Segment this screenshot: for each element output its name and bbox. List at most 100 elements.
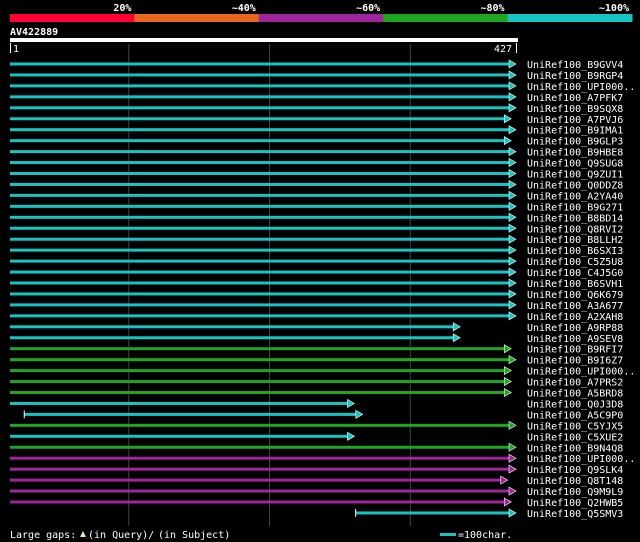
hit-name[interactable]: UniRef100_A5C9P0 bbox=[527, 410, 623, 421]
hit-name[interactable]: UniRef100_B9I6Z7 bbox=[527, 356, 623, 367]
hit-bar bbox=[10, 445, 510, 449]
legend-tick-label: ~40% bbox=[232, 3, 256, 14]
hit-name[interactable]: UniRef100_Q0J3D8 bbox=[527, 399, 623, 410]
hit-bar bbox=[10, 292, 510, 296]
hit-bar bbox=[10, 423, 510, 427]
hit-name[interactable]: UniRef100_B6SVH1 bbox=[527, 279, 623, 290]
hit-name[interactable]: UniRef100_A3A677 bbox=[527, 301, 623, 312]
blast-alignment-overview: 20% ~40% ~60% ~80% ~100% AV422889 1 427 UniR… bbox=[0, 0, 640, 542]
hit-name[interactable]: UniRef100_Q9SLK4 bbox=[527, 465, 623, 476]
hit-bar bbox=[10, 314, 510, 318]
legend-segment bbox=[507, 14, 633, 22]
hit-bar bbox=[10, 172, 510, 175]
hit-name[interactable]: UniRef100_B8BD14 bbox=[527, 213, 623, 224]
hit-bar bbox=[10, 62, 510, 66]
hit-name[interactable]: UniRef100_Q9ZUI1 bbox=[527, 170, 623, 181]
hit-name[interactable]: UniRef100_A9RP88 bbox=[527, 323, 623, 334]
hit-name[interactable]: UniRef100_UPI000.. bbox=[527, 82, 635, 93]
hit-name[interactable]: UniRef100_B9SQX8 bbox=[527, 104, 623, 115]
hit-bar bbox=[10, 150, 510, 154]
hit-name[interactable]: UniRef100_Q9SUG8 bbox=[527, 159, 623, 170]
hit-bar bbox=[10, 193, 510, 197]
legend-tick-label: ~60% bbox=[356, 3, 380, 14]
hit-bar bbox=[355, 511, 510, 515]
hit-bar bbox=[10, 336, 455, 340]
hit-name[interactable]: UniRef100_A5BRD8 bbox=[527, 389, 623, 400]
large-gaps-label: Large gaps: bbox=[10, 530, 76, 541]
hit-bar bbox=[10, 259, 510, 263]
query-start-label: 1 bbox=[13, 44, 19, 55]
hit-name[interactable]: UniRef100_Q6K679 bbox=[527, 290, 623, 301]
hit-bar bbox=[10, 401, 349, 405]
hit-name[interactable]: UniRef100_B9RFI7 bbox=[527, 345, 623, 356]
hit-bar bbox=[10, 73, 510, 77]
hit-bar bbox=[10, 303, 510, 307]
hit-name[interactable]: UniRef100_Q2HWB5 bbox=[527, 498, 623, 509]
hit-name[interactable]: UniRef100_B9GLP3 bbox=[527, 137, 623, 148]
hit-name[interactable]: UniRef100_Q5SMV3 bbox=[527, 509, 623, 520]
hit-bar bbox=[10, 95, 510, 99]
hit-bar bbox=[10, 369, 506, 373]
legend-tick-label: ~100% bbox=[599, 3, 629, 14]
hit-bar bbox=[10, 325, 455, 329]
hit-bar bbox=[10, 139, 506, 143]
hit-name[interactable]: UniRef100_A2XAH8 bbox=[527, 312, 623, 323]
hit-bar bbox=[10, 128, 510, 132]
query-bar bbox=[10, 38, 518, 42]
hit-name[interactable]: UniRef100_B6SXI3 bbox=[527, 246, 623, 257]
hit-bar bbox=[10, 117, 506, 121]
query-end-label: 427 bbox=[494, 44, 512, 55]
hit-bar bbox=[10, 391, 506, 394]
hit-name[interactable]: UniRef100_Q8RVI2 bbox=[527, 224, 623, 235]
scale-label: =100char. bbox=[458, 530, 512, 541]
hit-bar bbox=[10, 161, 510, 165]
hit-bar bbox=[10, 489, 510, 493]
legend-segment bbox=[258, 14, 384, 22]
hit-name[interactable]: UniRef100_B8LLH2 bbox=[527, 235, 623, 246]
hit-name[interactable]: UniRef100_A7PRS2 bbox=[527, 378, 623, 389]
hit-name[interactable]: UniRef100_C4J5G0 bbox=[527, 268, 623, 279]
hit-bar bbox=[24, 412, 357, 416]
hit-bar bbox=[10, 237, 510, 241]
hit-bar bbox=[10, 84, 510, 88]
hit-bar bbox=[10, 281, 510, 285]
hit-name[interactable]: UniRef100_A7PVJ6 bbox=[527, 115, 623, 126]
hit-name[interactable]: UniRef100_C5XUE2 bbox=[527, 432, 623, 443]
hit-name[interactable]: UniRef100_Q8T148 bbox=[527, 476, 623, 487]
hit-name[interactable]: UniRef100_B9N4Q8 bbox=[527, 443, 623, 454]
hit-name[interactable]: UniRef100_B9IMA1 bbox=[527, 126, 623, 137]
hit-name[interactable]: UniRef100_B9HBE8 bbox=[527, 148, 623, 159]
hit-name[interactable]: UniRef100_B9G271 bbox=[527, 202, 623, 213]
hit-name[interactable]: UniRef100_UPI000.. bbox=[527, 454, 635, 465]
hit-bar bbox=[10, 182, 510, 186]
legend-segment bbox=[134, 14, 260, 22]
legend-tick-label: ~80% bbox=[481, 3, 505, 14]
hit-bar bbox=[10, 467, 510, 471]
hit-bar bbox=[10, 456, 510, 460]
hit-bar bbox=[10, 500, 506, 504]
hit-bar bbox=[10, 226, 510, 230]
hit-name[interactable]: UniRef100_C5YJX5 bbox=[527, 421, 623, 432]
hit-name[interactable]: UniRef100_B9RGP4 bbox=[527, 71, 623, 82]
scale-bar bbox=[440, 533, 456, 536]
hit-bar bbox=[10, 215, 510, 219]
hit-name[interactable]: UniRef100_Q9M9L9 bbox=[527, 487, 623, 498]
hit-name[interactable]: UniRef100_A9SEV8 bbox=[527, 334, 623, 345]
in-subject-label: (in Subject) bbox=[158, 530, 230, 541]
legend-tick-label: 20% bbox=[113, 3, 131, 14]
hit-bar bbox=[10, 347, 506, 351]
hit-bar bbox=[10, 478, 502, 482]
hit-name[interactable]: UniRef100_UPI000.. bbox=[527, 367, 635, 378]
hit-name[interactable]: UniRef100_C5Z5U8 bbox=[527, 257, 623, 268]
hit-name[interactable]: UniRef100_B9GVV4 bbox=[527, 60, 623, 71]
query-name: AV422889 bbox=[10, 27, 58, 38]
hit-bar bbox=[10, 434, 349, 438]
hit-name[interactable]: UniRef100_Q0DDZ8 bbox=[527, 180, 623, 191]
hit-bar bbox=[10, 106, 510, 110]
legend-segment bbox=[383, 14, 509, 22]
hit-name[interactable]: UniRef100_A7PFK7 bbox=[527, 93, 623, 104]
legend-segment bbox=[10, 14, 135, 22]
hit-bar bbox=[10, 380, 506, 384]
hit-name[interactable]: UniRef100_A2YA40 bbox=[527, 191, 623, 202]
in-query-label: (in Query)/ bbox=[88, 530, 154, 541]
